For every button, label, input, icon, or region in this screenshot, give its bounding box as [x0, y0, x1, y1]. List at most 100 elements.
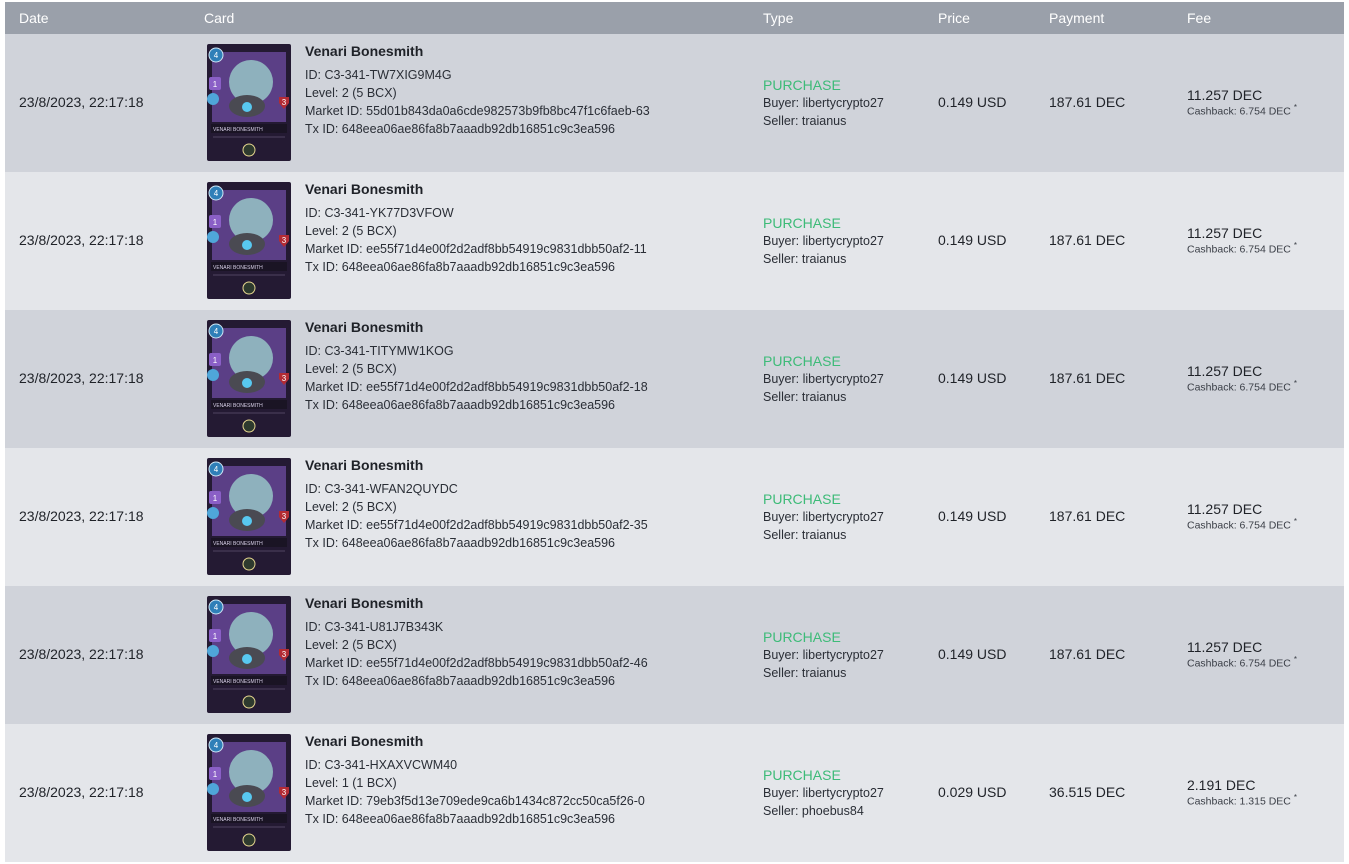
cashback-text: Cashback: 1.315 DEC	[1187, 795, 1291, 808]
ability-bar	[213, 412, 285, 414]
cashback: Cashback: 6.754 DEC *	[1187, 103, 1297, 118]
tx-id: Tx ID: 648eea06ae86fa8b7aaadb92db16851c9…	[305, 674, 615, 688]
tx-id: Tx ID: 648eea06ae86fa8b7aaadb92db16851c9…	[305, 260, 615, 274]
buyer: Buyer: libertycrypto27	[763, 234, 884, 248]
cashback-text: Cashback: 6.754 DEC	[1187, 519, 1291, 532]
card-level: Level: 2 (5 BCX)	[305, 500, 397, 514]
fee-amount: 11.257 DEC	[1187, 501, 1263, 517]
speed-icon	[207, 231, 219, 243]
fee-cell: 11.257 DEC Cashback: 6.754 DEC *	[1187, 363, 1297, 394]
mana-value: 4	[214, 189, 219, 198]
header-type[interactable]: Type	[763, 10, 793, 26]
price: 0.149 USD	[938, 646, 1007, 662]
fee-cell: 11.257 DEC Cashback: 6.754 DEC *	[1187, 639, 1297, 670]
card-image[interactable]: 4 1 3 VENARI BONESMITH	[207, 44, 291, 161]
table-row: 23/8/2023, 22:17:18 4 1 3 VENARI BONESMI…	[5, 724, 1344, 862]
cashback-text: Cashback: 6.754 DEC	[1187, 657, 1291, 670]
health-value: 3	[282, 512, 287, 521]
card-image[interactable]: 4 1 3 VENARI BONESMITH	[207, 458, 291, 575]
type-cell: PURCHASE Buyer: libertycrypto27 Seller: …	[763, 76, 884, 130]
attack-value: 1	[213, 80, 218, 89]
tx-id: Tx ID: 648eea06ae86fa8b7aaadb92db16851c9…	[305, 122, 615, 136]
cashback-asterisk: *	[1293, 103, 1297, 112]
card-name[interactable]: Venari Bonesmith	[305, 594, 648, 612]
health-value: 3	[282, 788, 287, 797]
cashback: Cashback: 6.754 DEC *	[1187, 379, 1297, 394]
card-name[interactable]: Venari Bonesmith	[305, 318, 648, 336]
card-info: Venari Bonesmith ID: C3-341-HXAXVCWM40 L…	[305, 732, 645, 828]
market-id: Market ID: 55d01b843da0a6cde982573b9fb8b…	[305, 104, 650, 118]
card-level: Level: 2 (5 BCX)	[305, 86, 397, 100]
cashback-asterisk: *	[1293, 517, 1297, 526]
cashback: Cashback: 6.754 DEC *	[1187, 655, 1297, 670]
cashback: Cashback: 1.315 DEC *	[1187, 793, 1297, 808]
header-card[interactable]: Card	[204, 10, 234, 26]
buyer: Buyer: libertycrypto27	[763, 648, 884, 662]
card-id: ID: C3-341-YK77D3VFOW	[305, 206, 454, 220]
mana-value: 4	[214, 741, 219, 750]
transaction-date: 23/8/2023, 22:17:18	[19, 370, 144, 386]
card-image[interactable]: 4 1 3 VENARI BONESMITH	[207, 182, 291, 299]
tx-id: Tx ID: 648eea06ae86fa8b7aaadb92db16851c9…	[305, 398, 615, 412]
transaction-date: 23/8/2023, 22:17:18	[19, 232, 144, 248]
ability-icon	[242, 143, 256, 157]
card-level: Level: 2 (5 BCX)	[305, 638, 397, 652]
health-value: 3	[282, 650, 287, 659]
card-image[interactable]: 4 1 3 VENARI BONESMITH	[207, 320, 291, 437]
card-name[interactable]: Venari Bonesmith	[305, 180, 647, 198]
buyer: Buyer: libertycrypto27	[763, 372, 884, 386]
card-name[interactable]: Venari Bonesmith	[305, 42, 650, 60]
type-badge: PURCHASE	[763, 215, 841, 231]
mana-value: 4	[214, 603, 219, 612]
type-cell: PURCHASE Buyer: libertycrypto27 Seller: …	[763, 766, 884, 820]
market-id: Market ID: ee55f71d4e00f2d2adf8bb54919c9…	[305, 518, 648, 532]
header-price[interactable]: Price	[938, 10, 970, 26]
fee-amount: 2.191 DEC	[1187, 777, 1256, 793]
type-cell: PURCHASE Buyer: libertycrypto27 Seller: …	[763, 352, 884, 406]
ability-icon	[242, 281, 256, 295]
card-name[interactable]: Venari Bonesmith	[305, 732, 645, 750]
table-row: 23/8/2023, 22:17:18 4 1 3 VENARI BONESMI…	[5, 586, 1344, 724]
name-plate-text: VENARI BONESMITH	[213, 817, 263, 823]
cashback-asterisk: *	[1293, 241, 1297, 250]
type-cell: PURCHASE Buyer: libertycrypto27 Seller: …	[763, 214, 884, 268]
seller: Seller: traianus	[763, 252, 847, 266]
type-badge: PURCHASE	[763, 767, 841, 783]
attack-value: 1	[213, 218, 218, 227]
payment: 187.61 DEC	[1049, 508, 1126, 524]
attack-value: 1	[213, 632, 218, 641]
type-cell: PURCHASE Buyer: libertycrypto27 Seller: …	[763, 628, 884, 682]
buyer: Buyer: libertycrypto27	[763, 786, 884, 800]
header-payment[interactable]: Payment	[1049, 10, 1104, 26]
tx-id: Tx ID: 648eea06ae86fa8b7aaadb92db16851c9…	[305, 812, 615, 826]
card-image[interactable]: 4 1 3 VENARI BONESMITH	[207, 596, 291, 713]
price: 0.149 USD	[938, 508, 1007, 524]
fee-amount: 11.257 DEC	[1187, 87, 1263, 103]
table-row: 23/8/2023, 22:17:18 4 1 3 VENARI BONESMI…	[5, 34, 1344, 172]
ability-bar	[213, 826, 285, 828]
card-name[interactable]: Venari Bonesmith	[305, 456, 648, 474]
buyer: Buyer: libertycrypto27	[763, 510, 884, 524]
cashback-asterisk: *	[1293, 379, 1297, 388]
table-body: 23/8/2023, 22:17:18 4 1 3 VENARI BONESMI…	[5, 34, 1344, 862]
health-value: 3	[282, 98, 287, 107]
speed-icon	[207, 645, 219, 657]
price: 0.149 USD	[938, 370, 1007, 386]
market-id: Market ID: ee55f71d4e00f2d2adf8bb54919c9…	[305, 242, 647, 256]
fee-amount: 11.257 DEC	[1187, 225, 1263, 241]
type-badge: PURCHASE	[763, 353, 841, 369]
orb-icon	[242, 516, 252, 526]
transaction-date: 23/8/2023, 22:17:18	[19, 94, 144, 110]
name-plate-text: VENARI BONESMITH	[213, 541, 263, 547]
fee-cell: 2.191 DEC Cashback: 1.315 DEC *	[1187, 777, 1297, 808]
orb-icon	[242, 654, 252, 664]
transaction-date: 23/8/2023, 22:17:18	[19, 508, 144, 524]
header-date[interactable]: Date	[19, 10, 49, 26]
card-level: Level: 1 (1 BCX)	[305, 776, 397, 790]
cashback-text: Cashback: 6.754 DEC	[1187, 381, 1291, 394]
mana-value: 4	[214, 51, 219, 60]
card-info: Venari Bonesmith ID: C3-341-U81J7B343K L…	[305, 594, 648, 690]
cashback: Cashback: 6.754 DEC *	[1187, 241, 1297, 256]
header-fee[interactable]: Fee	[1187, 10, 1211, 26]
card-image[interactable]: 4 1 3 VENARI BONESMITH	[207, 734, 291, 851]
